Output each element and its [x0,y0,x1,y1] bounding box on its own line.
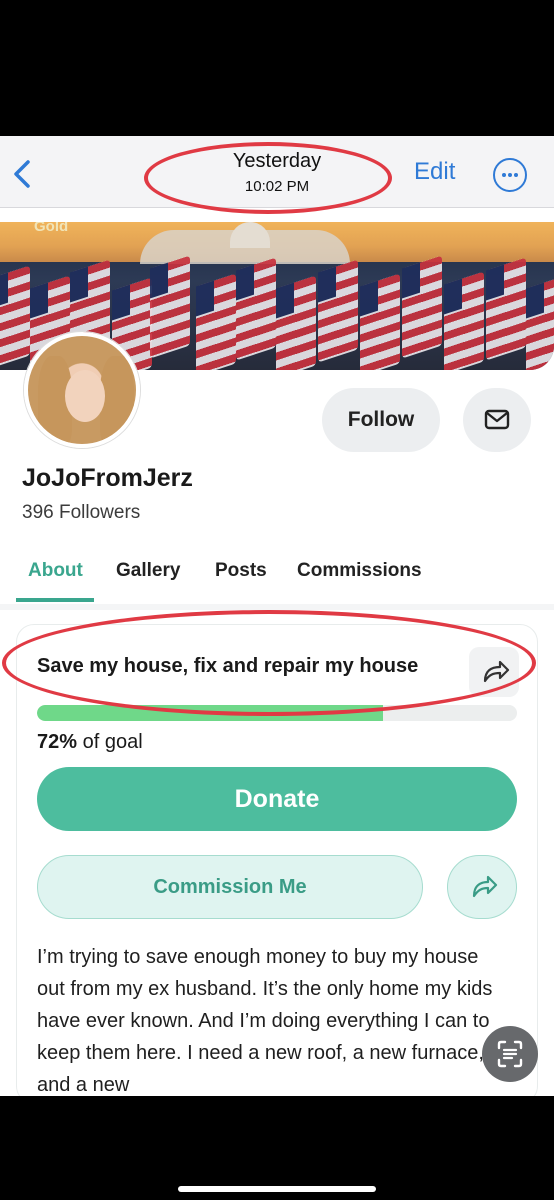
commission-me-button[interactable]: Commission Me [37,855,423,919]
goal-card: Save my house, fix and repair my house 7… [16,624,538,1096]
profile-username: JoJoFromJerz [22,464,193,492]
share-arrow-icon [472,875,498,898]
tab-gallery[interactable]: Gallery [116,560,180,582]
tab-posts[interactable]: Posts [215,560,267,582]
envelope-icon [484,409,510,430]
ellipsis-circle-icon [502,173,506,177]
divider [0,604,554,610]
tab-about[interactable]: About [28,560,83,582]
goal-progress-fill [37,705,383,721]
edit-button[interactable]: Edit [414,158,455,186]
tab-commissions[interactable]: Commissions [297,560,422,582]
navigation-bar: Yesterday 10:02 PM Edit [0,136,554,208]
nav-subtitle: 10:02 PM [244,178,310,195]
followers-count[interactable]: 396 Followers [22,502,140,524]
follow-button[interactable]: Follow [322,388,440,452]
goal-percent-text: 72% of goal [37,731,143,753]
goal-title: Save my house, fix and repair my house [37,655,419,677]
text-scan-icon [497,1040,523,1068]
share-profile-button[interactable] [447,855,517,919]
more-options-button[interactable] [493,158,527,192]
active-tab-indicator [16,598,94,602]
nav-title: Yesterday [232,150,322,172]
gold-badge: Gold [34,222,69,235]
home-indicator[interactable] [178,1186,376,1192]
share-arrow-icon [483,660,510,683]
live-text-scan-button[interactable] [482,1026,538,1082]
donate-button[interactable]: Donate [37,767,517,831]
goal-description: I’m trying to save enough money to buy m… [37,946,493,1096]
avatar[interactable] [24,332,140,448]
goal-progress-bar [37,705,517,721]
app-screen: Yesterday 10:02 PM Edit Gold Follow JoJo… [0,136,554,1096]
profile-tabs: About Gallery Posts Commissions [0,554,554,604]
share-goal-button[interactable] [469,647,519,697]
message-button[interactable] [463,388,531,452]
